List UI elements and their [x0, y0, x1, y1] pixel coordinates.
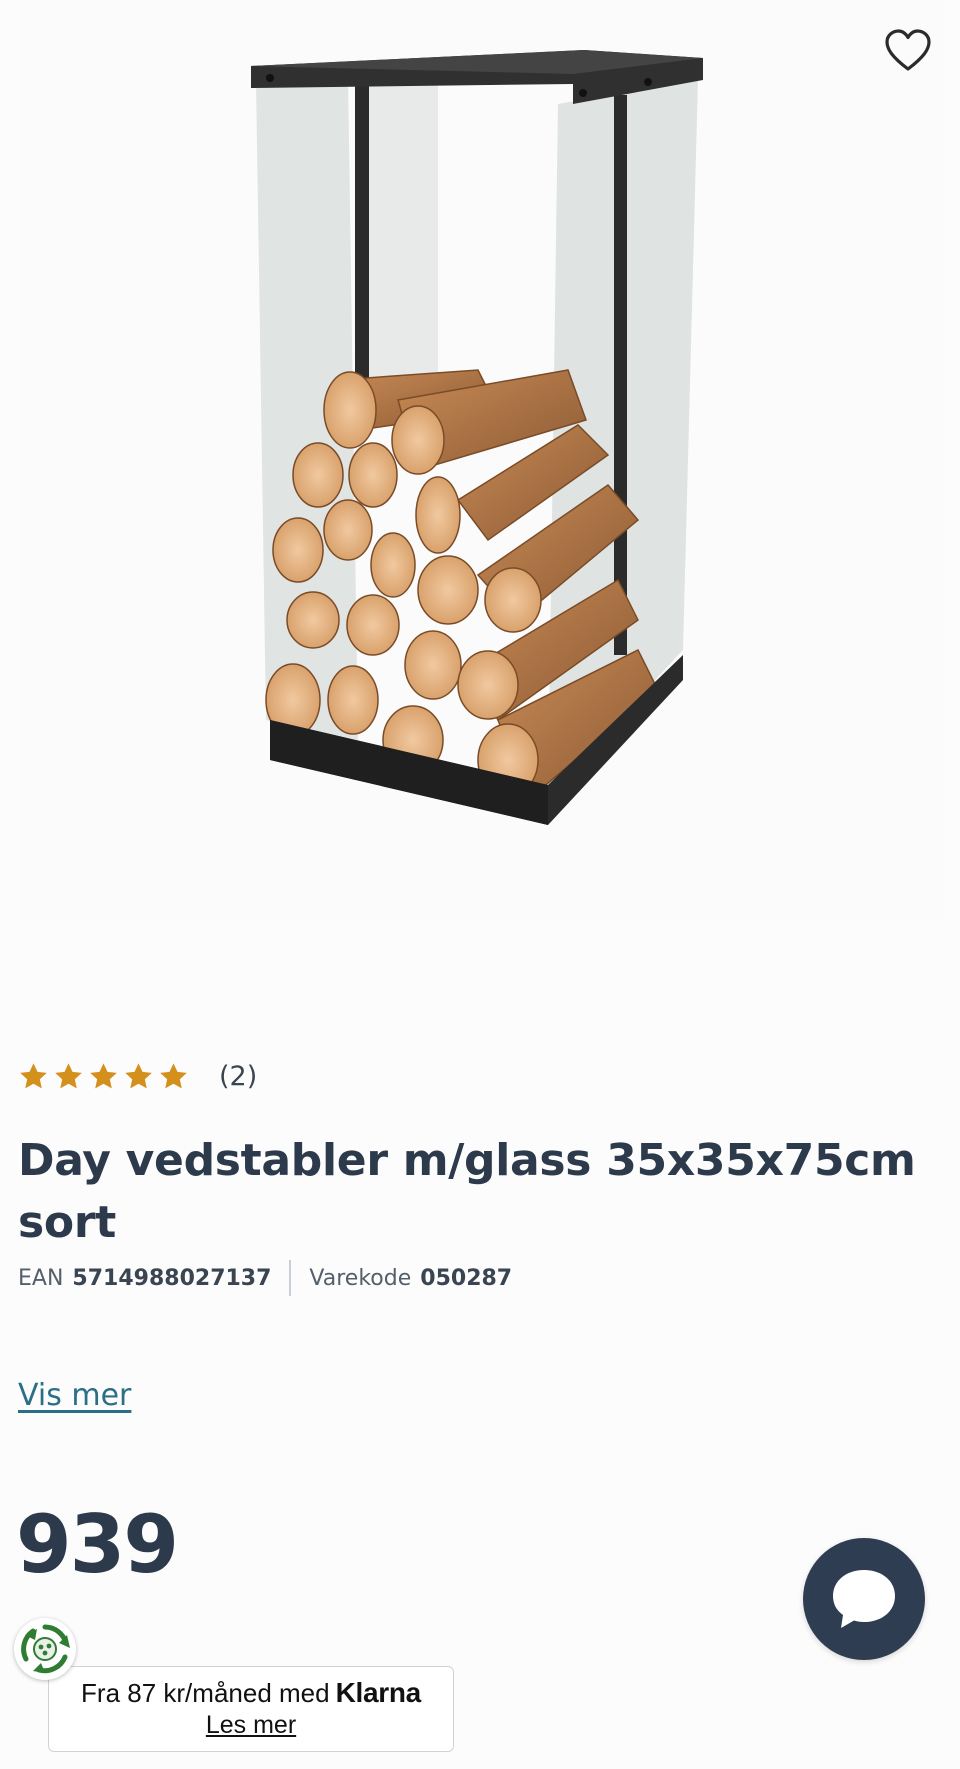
star-icon	[20, 1062, 47, 1088]
klarna-read-more-link[interactable]: Les mer	[206, 1711, 296, 1740]
product-identifiers: EAN 5714988027137 Varekode 050287	[18, 1260, 512, 1296]
product-image-gallery[interactable]	[18, 0, 944, 920]
klarna-text-line: Fra 87 kr/måned med Klarna	[49, 1677, 453, 1709]
heart-outline-icon	[885, 29, 931, 71]
star-icon	[55, 1062, 82, 1088]
klarna-logo: Klarna	[335, 1677, 422, 1708]
eco-badge-button[interactable]	[14, 1618, 76, 1680]
product-title: Day vedstabler m/glass 35x35x75cm sort	[18, 1135, 916, 1248]
klarna-monthly-text: Fra 87 kr/måned med	[81, 1678, 330, 1708]
chat-bubble-icon	[833, 1570, 895, 1628]
product-rating[interactable]: (2)	[18, 1056, 257, 1096]
ean-value: 5714988027137	[72, 1265, 272, 1291]
item-code-label: Varekode	[309, 1265, 412, 1291]
recycle-badge-icon	[21, 1624, 70, 1674]
product-image	[251, 50, 703, 825]
star-icon	[160, 1062, 187, 1088]
divider	[289, 1260, 292, 1296]
star-icon	[90, 1062, 117, 1088]
show-more-link[interactable]: Vis mer	[18, 1378, 131, 1413]
klarna-financing-box: Fra 87 kr/måned med Klarna Les mer	[48, 1666, 454, 1752]
chat-button[interactable]	[803, 1538, 925, 1660]
product-price: 939	[16, 1498, 179, 1591]
review-count[interactable]: (2)	[219, 1061, 257, 1092]
item-code-value: 050287	[420, 1265, 513, 1291]
rating-stars	[18, 1061, 189, 1092]
star-icon	[125, 1062, 152, 1088]
ean-label: EAN	[18, 1265, 64, 1291]
favorite-button[interactable]	[873, 20, 943, 82]
